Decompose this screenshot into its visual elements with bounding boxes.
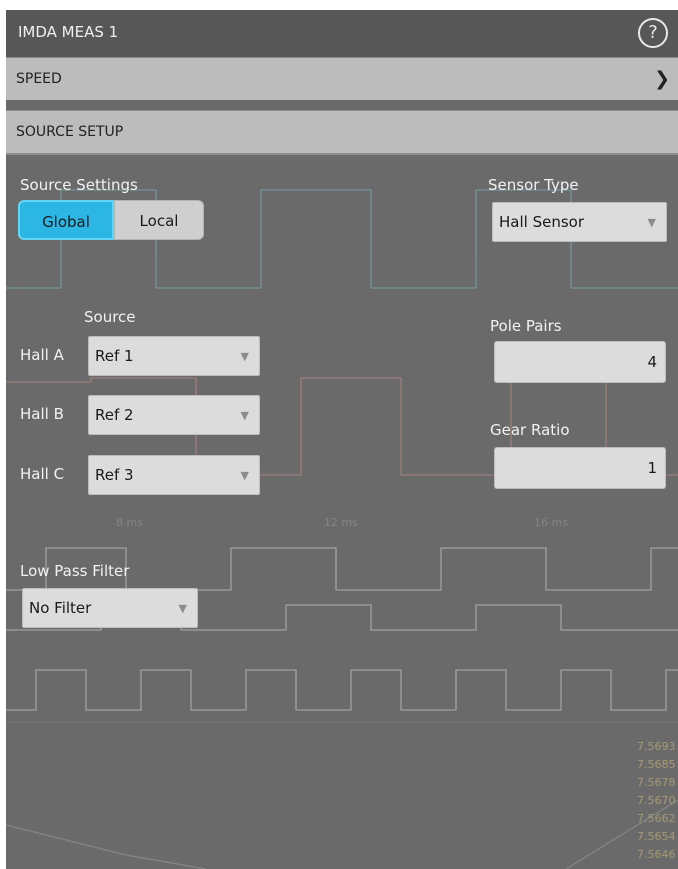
speed-section-header[interactable]: SPEED ❯ <box>6 57 678 100</box>
gear-ratio-label: Gear Ratio <box>490 421 570 439</box>
hall-b-source-dropdown[interactable]: Ref 2 ▼ <box>88 395 260 435</box>
hall-c-label: Hall C <box>20 465 65 483</box>
dropdown-arrow-icon: ▼ <box>240 409 249 422</box>
gear-ratio-input[interactable]: 1 <box>494 447 666 489</box>
speed-section-label: SPEED <box>16 71 62 87</box>
source-setup-section-header[interactable]: SOURCE SETUP <box>6 110 678 155</box>
hall-a-value: Ref 1 <box>95 347 134 365</box>
slope-trace <box>6 799 678 869</box>
readout-value: 7.5693 <box>637 740 676 753</box>
hall-c-value: Ref 3 <box>95 466 134 484</box>
time-label: 12 ms <box>324 516 358 529</box>
readout-value: 7.5678 <box>637 776 676 789</box>
dropdown-arrow-icon: ▼ <box>240 469 249 482</box>
readout-value: 7.5646 <box>637 848 676 861</box>
low-pass-filter-value: No Filter <box>29 599 92 617</box>
source-settings-label: Source Settings <box>20 176 138 194</box>
dropdown-arrow-icon: ▼ <box>647 216 656 229</box>
sensor-type-value: Hall Sensor <box>499 213 584 231</box>
chevron-right-icon: ❯ <box>654 68 670 90</box>
hall-b-label: Hall B <box>20 405 64 423</box>
window-title: IMDA MEAS 1 <box>18 23 119 41</box>
source-settings-toggle: Global Local <box>18 200 204 240</box>
gear-ratio-value: 1 <box>647 459 657 477</box>
hall-a-label: Hall A <box>20 346 64 364</box>
dropdown-arrow-icon: ▼ <box>240 350 249 363</box>
time-label: 8 ms <box>116 516 143 529</box>
readout-value: 7.5662 <box>637 812 676 825</box>
source-header: Source <box>84 308 136 326</box>
readout-value: 7.5654 <box>637 830 676 843</box>
pole-pairs-input[interactable]: 4 <box>494 341 666 383</box>
white-trace-3 <box>6 669 678 711</box>
sensor-type-dropdown[interactable]: Hall Sensor ▼ <box>492 202 667 242</box>
measurement-panel: 8 ms 12 ms 16 ms 7.5693 7.5685 7.5678 7.… <box>6 10 678 869</box>
pole-pairs-label: Pole Pairs <box>490 317 562 335</box>
low-pass-filter-dropdown[interactable]: No Filter ▼ <box>22 588 198 628</box>
hall-c-source-dropdown[interactable]: Ref 3 ▼ <box>88 455 260 495</box>
readout-value: 7.5685 <box>637 758 676 771</box>
global-option-button[interactable]: Global <box>18 200 114 240</box>
source-setup-section-label: SOURCE SETUP <box>16 124 124 140</box>
pole-pairs-value: 4 <box>647 353 657 371</box>
dropdown-arrow-icon: ▼ <box>178 602 187 615</box>
hall-b-value: Ref 2 <box>95 406 134 424</box>
readout-value: 7.5670 <box>637 794 676 807</box>
local-option-button[interactable]: Local <box>114 200 204 240</box>
title-bar: IMDA MEAS 1 ? <box>6 10 678 57</box>
time-label: 16 ms <box>534 516 568 529</box>
help-circle-icon[interactable]: ? <box>638 18 668 48</box>
sensor-type-label: Sensor Type <box>488 176 579 194</box>
hall-a-source-dropdown[interactable]: Ref 1 ▼ <box>88 336 260 376</box>
low-pass-filter-label: Low Pass Filter <box>20 562 130 580</box>
